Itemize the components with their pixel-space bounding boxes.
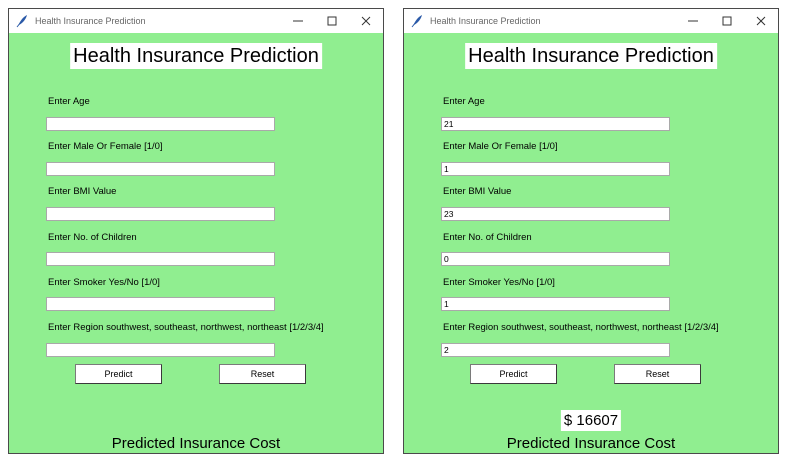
bmi-input[interactable] [46,207,275,221]
close-icon[interactable] [349,9,383,33]
age-input[interactable] [441,117,670,131]
page-title: Health Insurance Prediction [70,43,322,69]
region-input[interactable] [441,343,670,357]
app-window-left: Health Insurance Prediction Health Insur… [8,8,384,454]
title-bar[interactable]: Health Insurance Prediction [404,9,778,33]
minimize-icon[interactable] [676,9,710,33]
gender-input[interactable] [46,162,275,176]
gender-input[interactable] [441,162,670,176]
children-input[interactable] [441,252,670,266]
bmi-label: Enter BMI Value [443,186,512,197]
children-label: Enter No. of Children [48,232,137,243]
feather-icon [410,14,424,28]
region-input[interactable] [46,343,275,357]
result-caption: Predicted Insurance Cost [506,435,676,452]
feather-icon [15,14,29,28]
prediction-result: $ 16607 [560,410,622,431]
gender-label: Enter Male Or Female [1/0] [443,141,558,152]
window-title: Health Insurance Prediction [430,16,541,26]
app-window-right: Health Insurance Prediction Health Insur… [403,8,779,454]
age-label: Enter Age [48,96,90,107]
gender-label: Enter Male Or Female [1/0] [48,141,163,152]
reset-button[interactable]: Reset [614,364,701,384]
region-label: Enter Region southwest, southeast, north… [443,322,719,333]
window-title: Health Insurance Prediction [35,16,146,26]
region-label: Enter Region southwest, southeast, north… [48,322,324,333]
predict-button[interactable]: Predict [470,364,557,384]
age-input[interactable] [46,117,275,131]
smoker-input[interactable] [441,297,670,311]
smoker-label: Enter Smoker Yes/No [1/0] [48,277,160,288]
maximize-icon[interactable] [710,9,744,33]
children-label: Enter No. of Children [443,232,532,243]
children-input[interactable] [46,252,275,266]
bmi-input[interactable] [441,207,670,221]
reset-button[interactable]: Reset [219,364,306,384]
maximize-icon[interactable] [315,9,349,33]
smoker-input[interactable] [46,297,275,311]
predict-button[interactable]: Predict [75,364,162,384]
age-label: Enter Age [443,96,485,107]
title-bar[interactable]: Health Insurance Prediction [9,9,383,33]
result-caption: Predicted Insurance Cost [111,435,281,452]
smoker-label: Enter Smoker Yes/No [1/0] [443,277,555,288]
bmi-label: Enter BMI Value [48,186,117,197]
minimize-icon[interactable] [281,9,315,33]
close-icon[interactable] [744,9,778,33]
page-title: Health Insurance Prediction [465,43,717,69]
